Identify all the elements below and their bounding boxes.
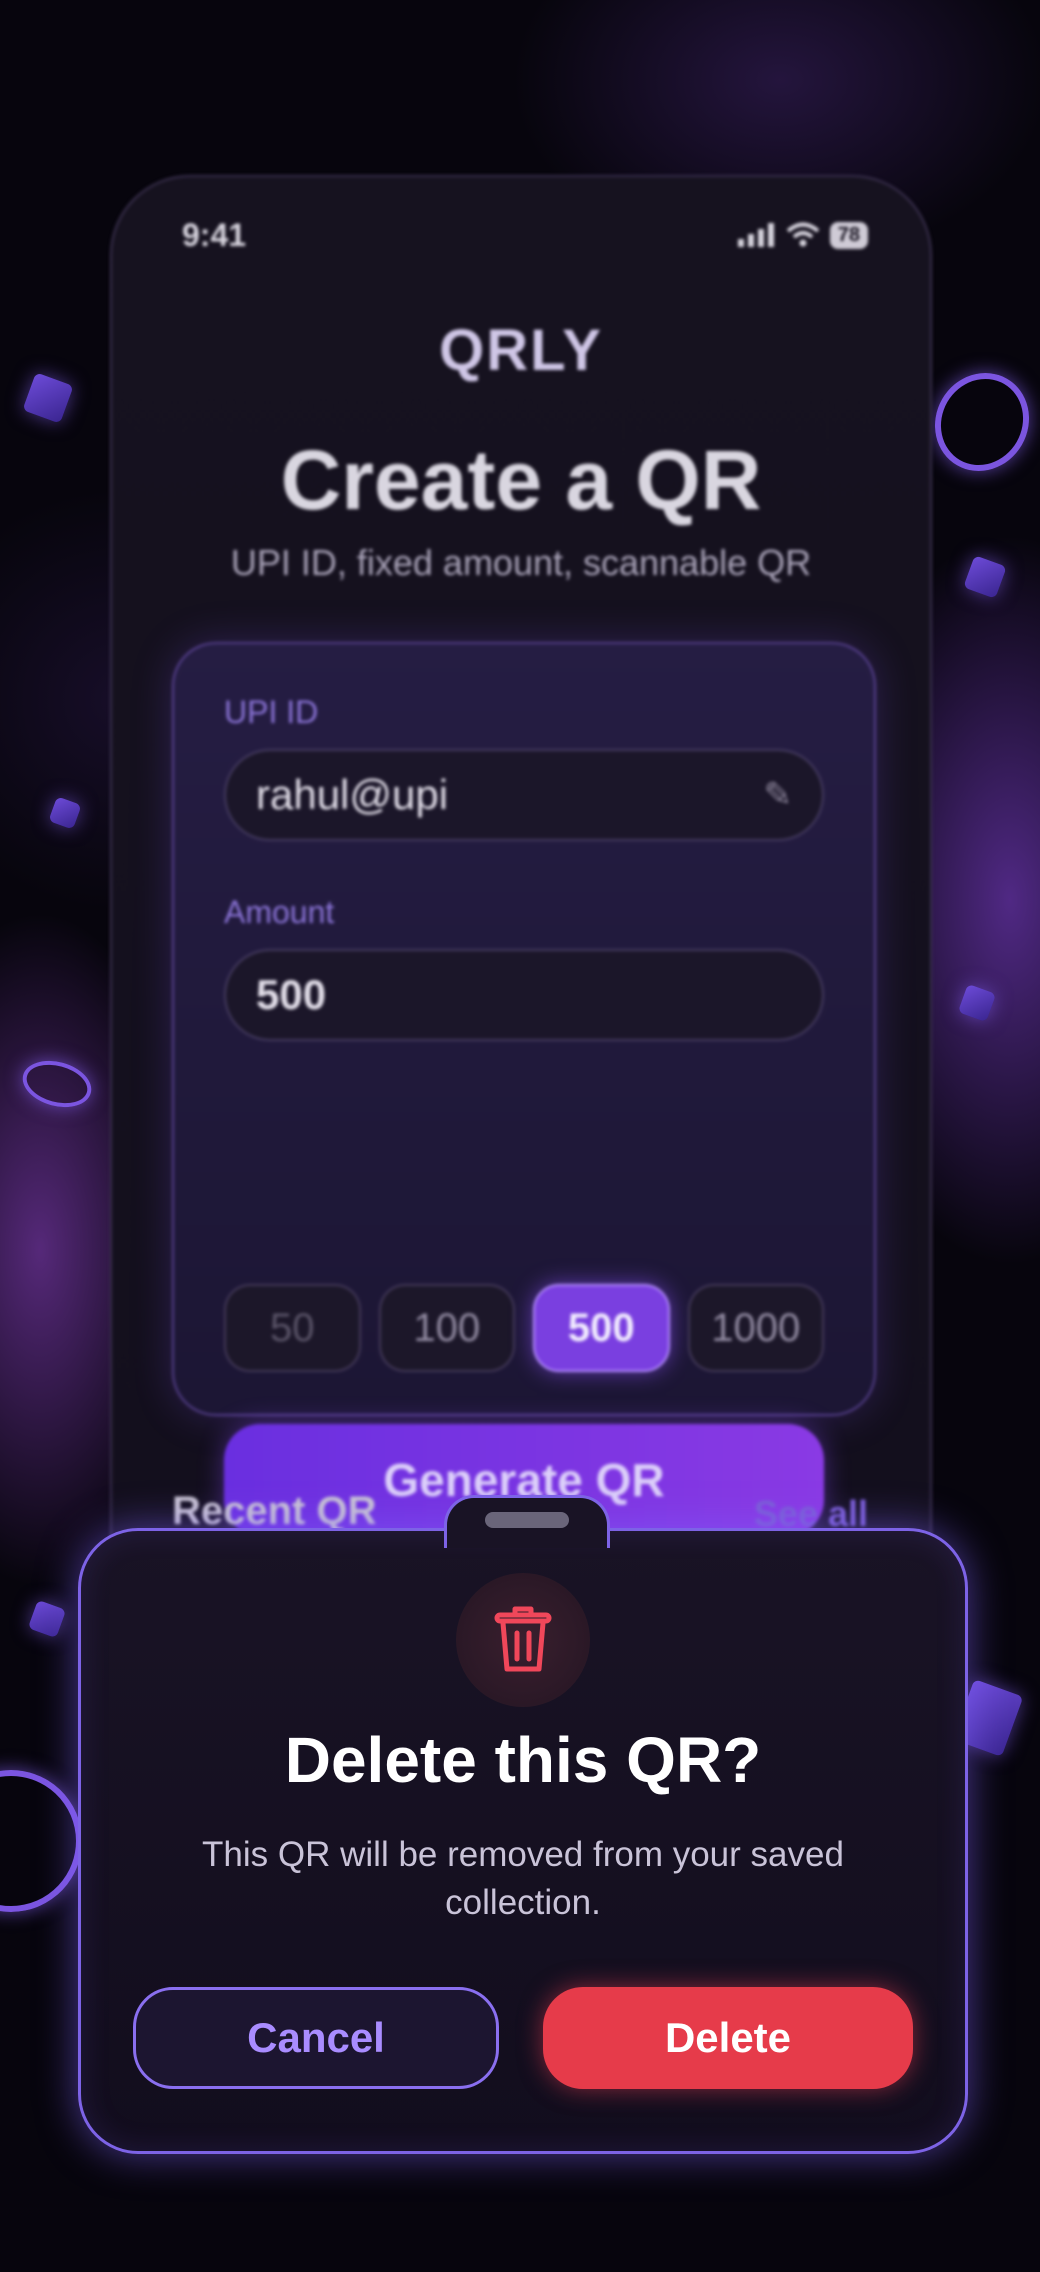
amount-label: Amount: [224, 894, 335, 930]
trash-icon: [494, 1606, 552, 1672]
preset-chip-100[interactable]: 100: [378, 1284, 515, 1372]
dialog-title: Delete this QR?: [284, 1724, 762, 1796]
preset-chip-1000[interactable]: 1000: [687, 1284, 824, 1372]
upi-label: UPI ID: [224, 694, 319, 730]
upi-input[interactable]: rahul@upi ✎: [224, 749, 824, 841]
preset-chip-500[interactable]: 500: [533, 1284, 670, 1372]
pencil-icon[interactable]: ✎: [764, 775, 793, 815]
page-title: Create a QR: [280, 433, 762, 527]
sheet-notch: [444, 1495, 610, 1548]
amount-presets: 50 100 500 1000: [224, 1284, 824, 1372]
amount-value: 500: [256, 971, 327, 1018]
amount-input[interactable]: 500: [224, 949, 824, 1041]
status-bar: 9:41 78: [182, 215, 868, 255]
page-subtitle: UPI ID, fixed amount, scannable QR: [230, 542, 812, 583]
preset-chip-50[interactable]: 50: [224, 1284, 361, 1372]
wifi-icon: [786, 222, 820, 247]
delete-button[interactable]: Delete: [543, 1987, 913, 2089]
cancel-button[interactable]: Cancel: [133, 1987, 499, 2089]
app-logo: QRLY: [439, 318, 603, 383]
dialog-message: This QR will be removed from your saved …: [202, 1835, 844, 1922]
battery-indicator: 78: [829, 221, 868, 249]
drag-handle[interactable]: [485, 1512, 569, 1528]
status-time: 9:41: [182, 216, 247, 253]
upi-value: rahul@upi: [256, 771, 449, 818]
delete-dialog: Delete this QR? This QR will be removed …: [78, 1495, 968, 2154]
signal-icon: [737, 223, 774, 247]
trash-icon-badge: [456, 1573, 590, 1707]
qr-form-card: UPI ID rahul@upi ✎ Amount 500 50 100 500…: [172, 642, 876, 1536]
status-icons: 78: [737, 221, 868, 249]
